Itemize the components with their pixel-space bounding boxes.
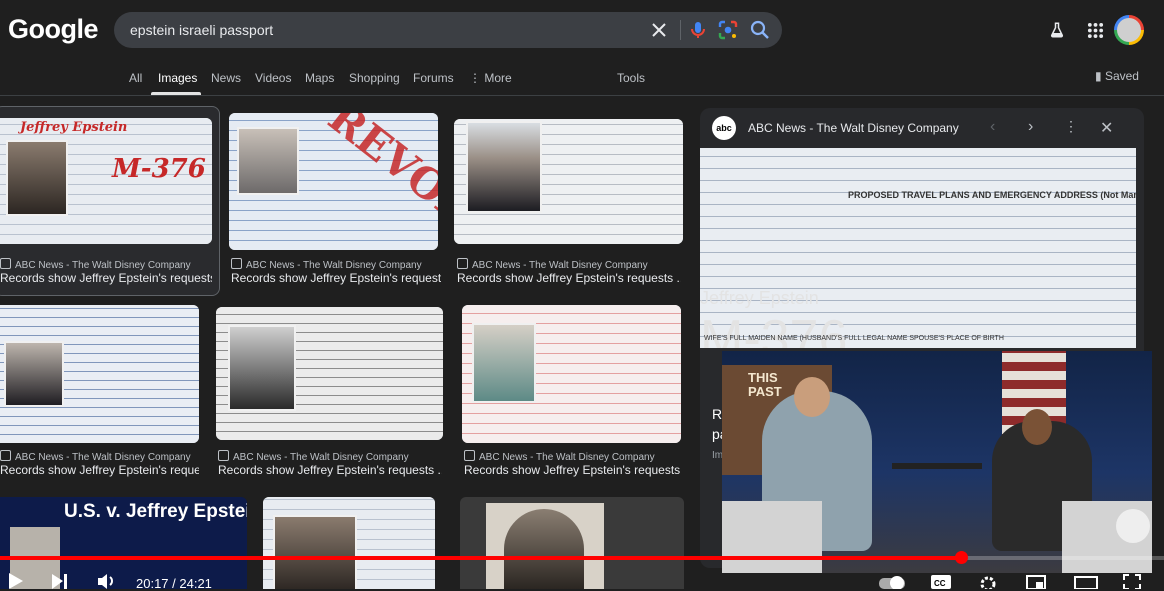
saved-label: Saved <box>1104 69 1139 83</box>
result-title[interactable]: Records show Jeffrey Epstein's requests … <box>218 463 442 477</box>
form-text: WIFE'S FULL MAIDEN NAME (HUSBAND'S FULL … <box>704 335 1004 342</box>
result-title[interactable]: Records show Jeffrey Epstein's reques... <box>0 463 199 477</box>
form-text: PROPOSED TRAVEL PLANS AND EMERGENCY ADDR… <box>848 190 1136 200</box>
set-sign: THIS PAST <box>748 370 782 399</box>
result-source[interactable]: ABC News - The Walt Disney Company <box>0 450 191 463</box>
result-source[interactable]: ABC News - The Walt Disney Company <box>464 450 655 463</box>
tab-news[interactable]: News <box>211 71 241 85</box>
result-source[interactable]: ABC News - The Walt Disney Company <box>0 258 191 271</box>
result-image[interactable]: REVOKED <box>229 113 438 250</box>
result-source[interactable]: ABC News - The Walt Disney Company <box>457 258 648 271</box>
scrawl-text: M-376 <box>112 154 206 184</box>
play-icon[interactable] <box>6 572 26 589</box>
google-logo[interactable]: Google <box>8 14 99 45</box>
result-image[interactable] <box>462 305 681 443</box>
bookmark-icon: ▮ <box>1095 69 1105 83</box>
close-icon[interactable]: ✕ <box>1100 118 1113 138</box>
fullscreen-icon[interactable] <box>1122 572 1142 589</box>
result-image[interactable] <box>0 305 199 443</box>
microphone-icon[interactable] <box>686 18 710 42</box>
tab-videos[interactable]: Videos <box>255 71 291 85</box>
result-image[interactable] <box>263 497 435 589</box>
search-divider <box>680 20 681 40</box>
volume-icon[interactable] <box>96 572 116 589</box>
result-image[interactable] <box>454 119 683 244</box>
saved-button[interactable]: ▮ Saved <box>1095 69 1139 83</box>
result-image[interactable] <box>460 497 684 589</box>
result-image[interactable]: Jeffrey Epstein M-376 <box>0 118 212 244</box>
theater-mode-icon[interactable] <box>1074 572 1098 589</box>
search-icon[interactable] <box>748 18 772 42</box>
settings-icon[interactable] <box>978 572 998 589</box>
channel-watermark <box>1116 509 1150 543</box>
scrawl-text: M-376 <box>700 310 848 348</box>
tab-more-label: More <box>484 71 512 85</box>
tab-all[interactable]: All <box>129 71 142 85</box>
clear-icon[interactable] <box>647 18 671 42</box>
labs-flask-icon[interactable] <box>1048 21 1066 39</box>
chevron-left-icon[interactable]: ‹ <box>990 118 995 136</box>
result-title[interactable]: Records show Jeffrey Epstein's request..… <box>231 271 441 285</box>
scrawl-text: Jeffrey Epstein <box>700 288 819 308</box>
panel-source-title[interactable]: ABC News - The Walt Disney Company <box>748 121 959 135</box>
preview-image[interactable]: Jeffrey Epstein M-376 PROPOSED TRAVEL PL… <box>700 148 1136 348</box>
result-title[interactable]: Records show Jeffrey Epstein's requests … <box>0 271 212 285</box>
account-avatar[interactable] <box>1114 15 1144 45</box>
tab-maps[interactable]: Maps <box>305 71 334 85</box>
next-icon[interactable] <box>50 572 70 589</box>
result-image[interactable] <box>216 307 443 440</box>
scrawl-text: Jeffrey Epstein <box>20 120 128 135</box>
tab-shopping[interactable]: Shopping <box>349 71 400 85</box>
tools-button[interactable]: Tools <box>617 71 645 85</box>
miniplayer-icon[interactable] <box>1026 572 1046 589</box>
chevron-right-icon[interactable]: › <box>1028 118 1033 136</box>
lens-icon[interactable] <box>716 18 740 42</box>
progress-played <box>0 556 962 560</box>
result-title[interactable]: Records show Jeffrey Epstein's requests … <box>457 271 681 285</box>
result-source[interactable]: ABC News - The Walt Disney Company <box>218 450 409 463</box>
image-caption-text: U.S. v. Jeffrey Epstein <box>64 501 247 522</box>
captions-icon[interactable]: CC <box>930 572 952 589</box>
result-title[interactable]: Records show Jeffrey Epstein's requests … <box>464 463 682 477</box>
tab-images[interactable]: Images <box>158 71 197 85</box>
svg-text:CC: CC <box>934 579 946 588</box>
apps-grid-icon[interactable] <box>1087 22 1104 39</box>
autoplay-toggle-icon[interactable] <box>878 572 908 589</box>
tab-more[interactable]: ⋮ More <box>469 71 512 85</box>
header-divider <box>0 95 1164 96</box>
abc-logo[interactable]: abc <box>712 116 736 140</box>
more-vert-icon: ⋮ <box>469 71 485 85</box>
video-frame[interactable]: THIS PAST <box>722 351 1152 573</box>
search-input[interactable]: epstein israeli passport <box>130 22 273 38</box>
more-vert-icon[interactable]: ⋮ <box>1064 118 1078 135</box>
result-source[interactable]: ABC News - The Walt Disney Company <box>231 258 422 271</box>
tab-forums[interactable]: Forums <box>413 71 454 85</box>
search-box[interactable]: epstein israeli passport <box>114 12 782 48</box>
